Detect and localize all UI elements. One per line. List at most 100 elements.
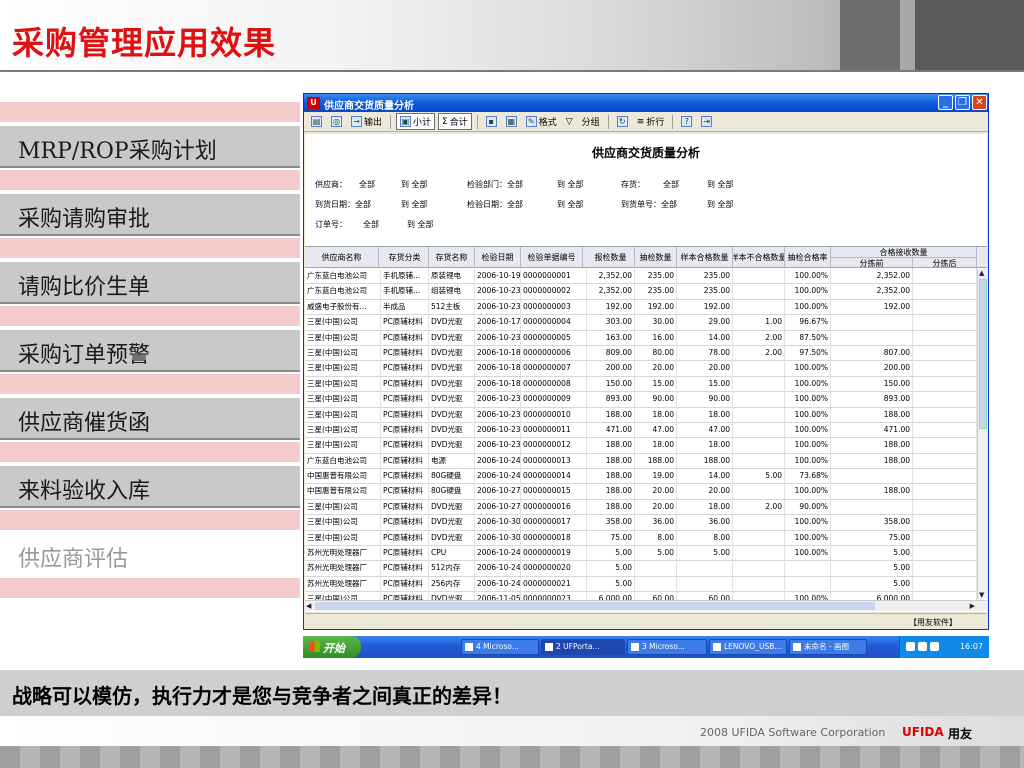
- help-button[interactable]: ?: [678, 115, 695, 128]
- preview-icon: ◎: [331, 116, 342, 127]
- subtotal-button[interactable]: ▣ 小计: [396, 113, 436, 130]
- table-cell: PC原辅材料: [381, 438, 429, 454]
- table-cell: 电源: [429, 453, 475, 469]
- column-header[interactable]: 报检数量: [587, 247, 635, 267]
- menu-item-requisition-approval[interactable]: 采购请购审批: [0, 194, 300, 236]
- table-cell: PC原辅材料: [381, 469, 429, 485]
- tray-icon[interactable]: [918, 642, 927, 651]
- column-header[interactable]: 供应商名称: [305, 247, 379, 267]
- taskbar-item[interactable]: 3 Microso...: [627, 639, 707, 655]
- taskbar-item[interactable]: 2 UFPorta...: [541, 639, 625, 655]
- table-row[interactable]: 威盛电子股份有... 半成品 512主板 2006-10-23 0000000003 19…: [305, 299, 987, 316]
- vertical-scrollbar[interactable]: ▲ ▼: [977, 269, 987, 599]
- table-row[interactable]: 三星(中国)公司 PC原辅材料 DVD光驱 2006-10-23 0000000011 4…: [305, 422, 987, 439]
- total-button[interactable]: Σ 合计: [438, 113, 472, 130]
- table-cell: 广东蓝白电池公司: [305, 269, 381, 284]
- scroll-right-icon[interactable]: ▶: [970, 602, 975, 610]
- tray-icon[interactable]: [906, 642, 915, 651]
- menu-item-price-compare[interactable]: 请购比价生单: [0, 262, 300, 304]
- table-cell: 原装锂电: [429, 269, 475, 284]
- filter-button[interactable]: ▽: [563, 116, 576, 128]
- menu-item-order-alert[interactable]: 采购订单预警: [0, 330, 300, 372]
- export-icon: →: [351, 116, 362, 127]
- column-header[interactable]: 检验单据编号: [521, 247, 583, 267]
- table-cell: 0000000009: [521, 392, 587, 408]
- table-cell: 0000000020: [521, 561, 587, 577]
- fold-button[interactable]: ≡ 折行: [634, 114, 668, 129]
- column-header[interactable]: 分拣后: [913, 258, 977, 269]
- table-cell: 188.00: [831, 407, 913, 423]
- scroll-thumb[interactable]: [979, 279, 987, 429]
- tray-icon[interactable]: [930, 642, 939, 651]
- table-row[interactable]: 中国惠普有限公司 PC原辅材料 80G硬盘 2006-10-27 0000000015 1…: [305, 484, 987, 500]
- refresh-button[interactable]: ↻: [614, 115, 631, 128]
- table-cell: [913, 561, 977, 577]
- column-header[interactable]: 存货分类: [381, 247, 429, 267]
- format-icon: ✎: [525, 116, 537, 127]
- table-row[interactable]: 三星(中国)公司 PC原辅材料 DVD光驱 2006-10-18 0000000007 2…: [305, 361, 987, 377]
- group-button[interactable]: 分组: [579, 114, 603, 129]
- menu-item-supplier-evaluation[interactable]: 供应商评估: [0, 534, 300, 576]
- table-row[interactable]: 三星(中国)公司 PC原辅材料 DVD光驱 2006-10-23 0000000009 8…: [305, 392, 987, 408]
- filter-label-supplier: 供应商：: [315, 180, 347, 189]
- minimize-button[interactable]: _: [938, 95, 953, 110]
- filter-value: 到 全部: [557, 180, 584, 189]
- scroll-up-icon[interactable]: ▲: [979, 269, 984, 277]
- column-header[interactable]: 抽检合格率: [785, 247, 831, 267]
- format-button[interactable]: ✎ 格式: [523, 114, 560, 129]
- column-header[interactable]: 存货名称: [429, 247, 475, 267]
- table-cell: 47.00: [677, 422, 733, 438]
- table-cell: 100.00%: [785, 269, 831, 284]
- menu-item-supplier-reminder[interactable]: 供应商催货函: [0, 398, 300, 440]
- restore-button[interactable]: ❐: [955, 95, 970, 110]
- taskbar-item[interactable]: 4 Microso...: [461, 639, 539, 655]
- table-row[interactable]: 广东蓝白电池公司 PC原辅材料 电源 2006-10-24 0000000013 188.…: [305, 453, 987, 470]
- chart-button[interactable]: ▦: [503, 115, 520, 128]
- table-cell: 188.00: [587, 407, 635, 423]
- exit-button[interactable]: ⇥: [698, 115, 715, 128]
- filter-label-arrival-no: 到货单号：全部: [621, 200, 677, 209]
- table-cell: PC原辅材料: [381, 515, 429, 531]
- table-cell: 2006-10-23: [475, 422, 521, 438]
- scroll-down-icon[interactable]: ▼: [979, 591, 984, 599]
- print-button[interactable]: ▤: [308, 115, 325, 128]
- scroll-left-icon[interactable]: ◀: [306, 602, 311, 610]
- preview-button[interactable]: ◎: [328, 115, 345, 128]
- close-button[interactable]: ✕: [972, 95, 987, 110]
- menu-item-receiving[interactable]: 来料验收入库: [0, 466, 300, 508]
- column-header[interactable]: 样本不合格数量: [733, 247, 785, 267]
- table-row[interactable]: 三星(中国)公司 PC原辅材料 DVD光驱 2006-10-18 0000000006 8…: [305, 345, 987, 362]
- save-button[interactable]: ▪: [483, 115, 500, 128]
- table-row[interactable]: 三星(中国)公司 PC原辅材料 DVD光驱 2006-10-30 0000000017 3…: [305, 515, 987, 531]
- table-cell: 18.00: [677, 407, 733, 423]
- table-row[interactable]: 三星(中国)公司 PC原辅材料 DVD光驱 2006-10-18 0000000008 1…: [305, 376, 987, 393]
- table-cell: [831, 499, 913, 515]
- table-row[interactable]: 三星(中国)公司 PC原辅材料 DVD光驱 2006-10-30 0000000018 7…: [305, 530, 987, 547]
- start-button[interactable]: 开始: [303, 636, 361, 658]
- table-row[interactable]: 广东蓝白电池公司 手机原辅... 组装锂电 2006-10-23 0000000002 2…: [305, 284, 987, 300]
- horizontal-scrollbar[interactable]: ◀ ▶: [305, 600, 987, 611]
- table-row[interactable]: 中国惠普有限公司 PC原辅材料 80G硬盘 2006-10-24 0000000014 1…: [305, 469, 987, 485]
- filter-value: 全部: [663, 180, 679, 189]
- table-row[interactable]: 苏州光明处理器厂 PC原辅材料 512内存 2006-10-24 0000000020 5…: [305, 561, 987, 577]
- output-button[interactable]: → 输出: [348, 114, 385, 129]
- table-row[interactable]: 苏州光明处理器厂 PC原辅材料 256内存 2006-10-24 0000000021 5…: [305, 576, 987, 593]
- table-row[interactable]: 三星(中国)公司 PC原辅材料 DVD光驱 2006-10-17 0000000004 3…: [305, 315, 987, 331]
- column-header[interactable]: 抽检数量: [635, 247, 677, 267]
- taskbar-item[interactable]: 未命名 - 画图: [789, 639, 867, 655]
- table-row[interactable]: 三星(中国)公司 PC原辅材料 DVD光驱 2006-10-27 0000000016 1…: [305, 499, 987, 516]
- table-cell: 0000000012: [521, 438, 587, 454]
- column-header[interactable]: 分拣前: [831, 258, 913, 269]
- menu-item-mrp-rop[interactable]: MRP/ROP采购计划: [0, 126, 300, 168]
- table-row[interactable]: 苏州光明处理器厂 PC原辅材料 CPU 2006-10-24 0000000019 5.0…: [305, 546, 987, 562]
- table-row[interactable]: 广东蓝白电池公司 手机原辅... 原装锂电 2006-10-19 0000000001 2…: [305, 269, 987, 285]
- column-header[interactable]: 检验日期: [475, 247, 521, 267]
- filter-value: 到 全部: [707, 180, 734, 189]
- column-header[interactable]: 样本合格数量: [677, 247, 733, 267]
- table-cell: 150.00: [831, 376, 913, 392]
- taskbar-item[interactable]: LENOVO_USB...: [709, 639, 787, 655]
- table-row[interactable]: 三星(中国)公司 PC原辅材料 DVD光驱 2006-10-23 0000000005 1…: [305, 330, 987, 346]
- table-row[interactable]: 三星(中国)公司 PC原辅材料 DVD光驱 2006-10-23 0000000010 1…: [305, 407, 987, 423]
- scroll-thumb[interactable]: [315, 602, 875, 610]
- table-row[interactable]: 三星(中国)公司 PC原辅材料 DVD光驱 2006-10-23 0000000012 1…: [305, 438, 987, 454]
